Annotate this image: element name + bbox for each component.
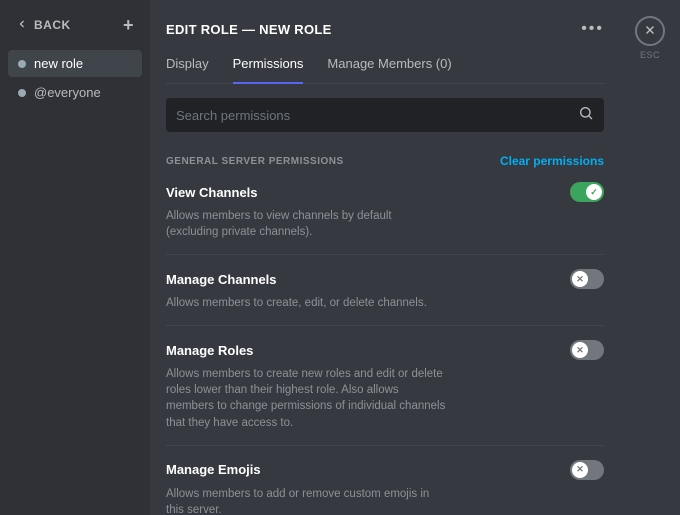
permission-toggle[interactable]: ✕ [570,269,604,289]
role-item[interactable]: @everyone [8,79,142,106]
toggle-knob: ✓ [586,184,602,200]
permission-row: Manage Channels ✕ Allows members to crea… [166,255,604,326]
toggle-knob: ✕ [572,462,588,478]
role-color-dot [18,89,26,97]
tabs: Display Permissions Manage Members (0) [166,56,604,84]
section-title: GENERAL SERVER PERMISSIONS [166,156,344,167]
permission-description: Allows members to view channels by defau… [166,208,446,240]
permission-name: Manage Channels [166,272,277,287]
permission-name: Manage Roles [166,343,253,358]
esc-label: ESC [640,50,660,60]
x-icon: ✕ [576,274,584,285]
role-label: @everyone [34,85,101,100]
tab[interactable]: Manage Members (0) [327,56,451,83]
tab[interactable]: Display [166,56,209,83]
toggle-knob: ✕ [572,271,588,287]
clear-permissions-link[interactable]: Clear permissions [500,154,604,168]
close-column: ESC [620,0,680,515]
arrow-left-icon [16,18,28,33]
permission-description: Allows members to create, edit, or delet… [166,295,446,311]
permission-row: Manage Roles ✕ Allows members to create … [166,326,604,445]
search-icon [578,105,594,126]
search-input[interactable] [176,108,578,123]
add-role-button[interactable]: + [123,16,134,34]
permission-row: Manage Emojis ✕ Allows members to add or… [166,446,604,515]
close-button[interactable] [635,16,665,46]
more-options-button[interactable]: ••• [581,20,604,38]
check-icon: ✓ [590,187,598,198]
roles-sidebar: BACK + new role @everyone [0,0,150,515]
main-content: EDIT ROLE — NEW ROLE ••• Display Permissi… [150,0,620,515]
ellipsis-icon: ••• [581,20,604,37]
role-color-dot [18,60,26,68]
back-button[interactable]: BACK [16,18,71,33]
back-label: BACK [34,18,71,32]
role-item[interactable]: new role [8,50,142,77]
x-icon: ✕ [576,345,584,356]
permission-description: Allows members to create new roles and e… [166,366,446,430]
permission-row: View Channels ✓ Allows members to view c… [166,168,604,255]
permission-toggle[interactable]: ✕ [570,340,604,360]
permission-description: Allows members to add or remove custom e… [166,486,446,515]
page-title: EDIT ROLE — NEW ROLE [166,22,332,37]
x-icon: ✕ [576,464,584,475]
close-icon [643,23,657,40]
role-label: new role [34,56,83,71]
plus-icon: + [123,15,134,35]
permission-toggle[interactable]: ✕ [570,460,604,480]
search-container [166,98,604,132]
toggle-knob: ✕ [572,342,588,358]
permission-toggle[interactable]: ✓ [570,182,604,202]
permission-name: View Channels [166,185,258,200]
permission-name: Manage Emojis [166,462,261,477]
tab[interactable]: Permissions [233,56,304,83]
sidebar-header: BACK + [8,16,142,50]
